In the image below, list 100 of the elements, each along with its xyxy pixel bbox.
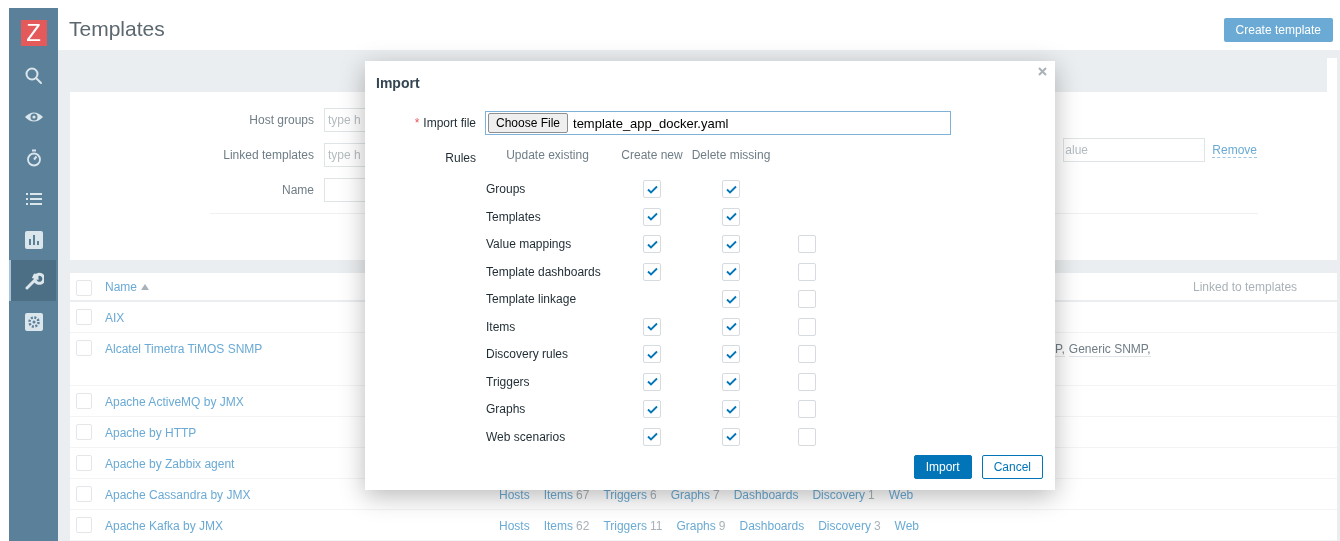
cancel-button[interactable]: Cancel	[981, 455, 1043, 479]
row-link[interactable]: Web	[888, 488, 914, 502]
checkbox[interactable]	[643, 427, 661, 446]
field-label: Linked templates	[222, 148, 314, 162]
checkmark-icon	[725, 377, 737, 387]
import-button[interactable]: Import	[913, 455, 972, 479]
gear-icon[interactable]	[23, 311, 44, 332]
checkbox[interactable]	[722, 290, 740, 309]
checkbox[interactable]	[76, 517, 92, 533]
column-header: Update existing	[506, 148, 589, 163]
create-template-button[interactable]: Create template	[1223, 17, 1333, 42]
dialog-title: Import	[376, 74, 420, 93]
template-name-link[interactable]: Alcatel Timetra TiMOS SNMP	[105, 342, 263, 356]
row-link[interactable]: Graphs	[676, 519, 716, 533]
checkbox[interactable]	[643, 372, 661, 391]
checkbox[interactable]	[722, 235, 740, 254]
checkbox[interactable]	[798, 235, 816, 254]
checkbox[interactable]	[76, 309, 92, 325]
wrench-icon[interactable]	[23, 270, 44, 291]
checkbox[interactable]	[798, 372, 816, 391]
row-link[interactable]: Discovery	[812, 488, 866, 502]
checkbox[interactable]	[722, 262, 740, 281]
count-label: 7	[713, 488, 720, 502]
field-label: Name	[281, 183, 314, 197]
linked-template-link[interactable]: Generic SNMP,	[1068, 341, 1151, 357]
checkbox[interactable]	[643, 207, 661, 226]
checkbox[interactable]	[798, 262, 816, 281]
template-name-link[interactable]: Apache by Zabbix agent	[105, 457, 235, 471]
template-name-link[interactable]: Apache Kafka by JMX	[105, 519, 224, 533]
checkbox[interactable]	[643, 180, 661, 199]
checkbox[interactable]	[722, 317, 740, 336]
row-link[interactable]: Items	[543, 488, 574, 502]
count-label: 11	[649, 519, 663, 533]
checkbox[interactable]	[643, 235, 661, 254]
template-name-link[interactable]: Apache Cassandra by JMX	[105, 488, 251, 502]
logo[interactable]: Z	[20, 20, 47, 46]
count-label: 67	[576, 488, 590, 502]
checkmark-icon	[725, 239, 737, 249]
checkbox[interactable]	[76, 393, 92, 409]
checkbox[interactable]	[76, 424, 92, 440]
bar-chart-icon[interactable]	[23, 229, 44, 250]
checkbox[interactable]	[798, 427, 816, 446]
row-link[interactable]: Web	[894, 519, 920, 533]
checkmark-icon	[725, 212, 737, 222]
row-link[interactable]: Hosts	[499, 488, 530, 502]
checkbox[interactable]	[722, 372, 740, 391]
row-link[interactable]: Discovery	[818, 519, 871, 533]
checkbox[interactable]	[643, 317, 661, 336]
checkmark-icon	[725, 184, 737, 194]
row-link[interactable]: Triggers	[603, 488, 647, 502]
checkbox[interactable]	[643, 345, 661, 364]
row-link[interactable]: Items	[543, 519, 574, 533]
remove-link[interactable]: Remove	[1212, 142, 1257, 158]
checkbox[interactable]	[76, 486, 92, 502]
template-name-link[interactable]: Apache by HTTP	[105, 426, 197, 440]
checkmark-icon	[646, 377, 658, 387]
checkbox[interactable]	[722, 427, 740, 446]
rule-label: Discovery rules	[486, 347, 569, 362]
file-input[interactable]: Choose File template_app_docker.yaml	[485, 111, 951, 135]
column-header[interactable]: Name	[105, 279, 137, 295]
checkmark-icon	[725, 349, 737, 359]
row-link[interactable]: Triggers	[603, 519, 647, 533]
checkmark-icon	[725, 294, 737, 304]
checkbox[interactable]	[722, 207, 740, 226]
row-link[interactable]: Dashboards	[739, 519, 805, 533]
row-link[interactable]: Dashboards	[733, 488, 799, 502]
field-label: Import file	[423, 116, 476, 130]
search-icon[interactable]	[23, 65, 44, 86]
checkmark-icon	[646, 322, 658, 332]
checkbox[interactable]	[798, 317, 816, 336]
checkmark-icon	[646, 267, 658, 277]
checkbox[interactable]	[798, 345, 816, 364]
checkbox[interactable]	[643, 400, 661, 419]
checkmark-icon	[725, 267, 737, 277]
column-header: Create new	[621, 148, 683, 163]
checkbox[interactable]	[798, 290, 816, 309]
checkbox[interactable]	[76, 280, 92, 296]
checkmark-icon	[646, 432, 658, 442]
checkmark-icon	[725, 322, 737, 332]
checkbox[interactable]	[643, 262, 661, 281]
tag-value-field[interactable]: alue	[1063, 138, 1206, 162]
rule-label: Web scenarios	[486, 429, 566, 444]
checkbox[interactable]	[76, 340, 92, 356]
checkbox[interactable]	[722, 180, 740, 199]
checkbox[interactable]	[798, 400, 816, 419]
required-mark: *	[414, 116, 420, 130]
checkmark-icon	[646, 212, 658, 222]
checkmark-icon	[646, 239, 658, 249]
checkbox[interactable]	[76, 455, 92, 471]
rule-label: Groups	[486, 182, 526, 197]
template-name-link[interactable]: AIX	[105, 311, 125, 325]
count-label: 1	[868, 488, 875, 502]
row-link[interactable]: Hosts	[499, 519, 530, 533]
choose-file-button[interactable]: Choose File	[488, 113, 569, 133]
template-name-link[interactable]: Apache ActiveMQ by JMX	[105, 395, 244, 409]
checkbox[interactable]	[722, 400, 740, 419]
close-icon[interactable]	[1038, 67, 1047, 76]
rule-label: Value mappings	[486, 237, 572, 252]
checkbox[interactable]	[722, 345, 740, 364]
row-link[interactable]: Graphs	[670, 488, 710, 502]
